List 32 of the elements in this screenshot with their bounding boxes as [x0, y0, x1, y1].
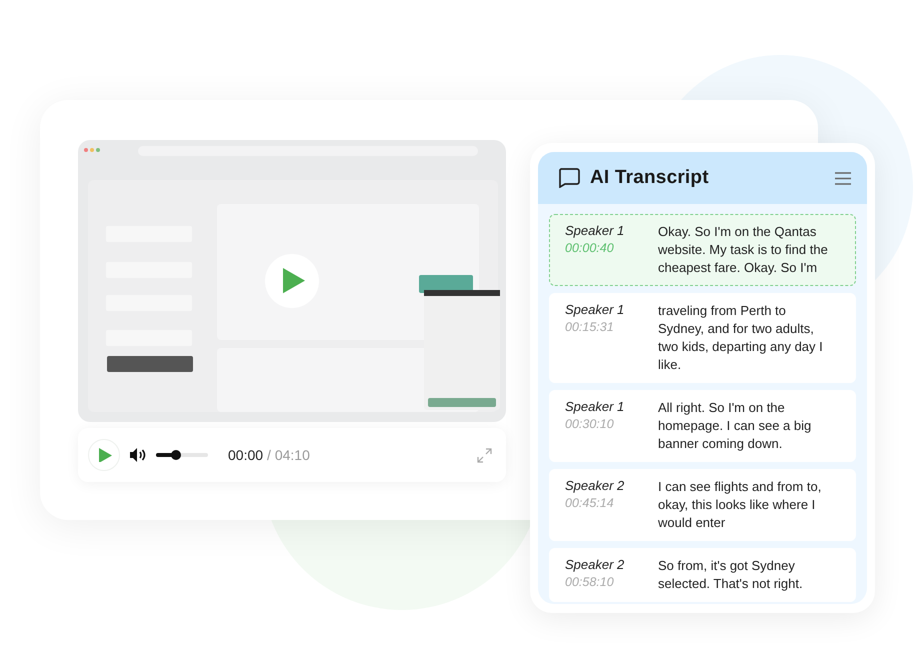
- transcript-text: I can see flights and from to, okay, this looks like where I would enter: [658, 478, 822, 532]
- transcript-text: traveling from Perth to Sydney, and for two adults, two kids, departing any day I like.: [658, 302, 824, 374]
- speaker-name: Speaker 1: [565, 399, 626, 414]
- chat-icon: [558, 168, 580, 188]
- timestamp: 00:30:10: [565, 417, 615, 431]
- volume-slider[interactable]: [156, 453, 208, 457]
- play-button[interactable]: [88, 439, 120, 471]
- transcript-text: So from, it's got Sydney selected. That's not right.: [658, 557, 804, 593]
- transcript-entry[interactable]: Speaker 2 00:45:14 I can see flights and from to, okay, this looks like where I would enter: [549, 469, 856, 541]
- speaker-name: Speaker 1: [565, 223, 626, 238]
- play-icon: [99, 448, 112, 462]
- transcript-text: All right. So I'm on the homepage. I can see a big banner coming down.: [658, 399, 812, 453]
- transcript-entry[interactable]: Speaker 1 00:00:40 Okay. So I'm on the Qantas website. My task is to find the cheapest fare. Okay. So I'm: [549, 214, 856, 286]
- transcript-entry[interactable]: Speaker 2 00:58:10 So from, it's got Sydney selected. That's not right.: [549, 548, 856, 602]
- speaker-name: Speaker 2: [565, 557, 626, 572]
- speaker-name: Speaker 1: [565, 302, 626, 317]
- current-time: 00:00: [228, 447, 264, 463]
- transcript-title: AI Transcript: [590, 167, 710, 189]
- transcript-entry[interactable]: Speaker 1 00:30:10 All right. So I'm on the homepage. I can see a big banner coming down.: [549, 390, 856, 462]
- transcript-text: Okay. So I'm on the Qantas website. My task is to find the cheapest fare. Okay. So I'm: [658, 223, 829, 277]
- volume-icon: [130, 448, 146, 462]
- play-icon: [283, 268, 305, 294]
- timestamp: 00:58:10: [565, 575, 615, 589]
- total-time: / 04:10: [267, 447, 311, 463]
- timestamp: 00:45:14: [565, 496, 615, 510]
- timestamp: 00:15:31: [565, 320, 615, 334]
- timestamp: 00:00:40: [565, 241, 615, 255]
- fullscreen-icon[interactable]: [477, 448, 492, 462]
- transcript-entry[interactable]: Speaker 1 00:15:31 traveling from Perth to Sydney, and for two adults, two kids, departing any day I like.: [549, 293, 856, 383]
- speaker-name: Speaker 2: [565, 478, 626, 493]
- volume-thumb[interactable]: [170, 450, 181, 460]
- menu-icon[interactable]: [835, 172, 851, 184]
